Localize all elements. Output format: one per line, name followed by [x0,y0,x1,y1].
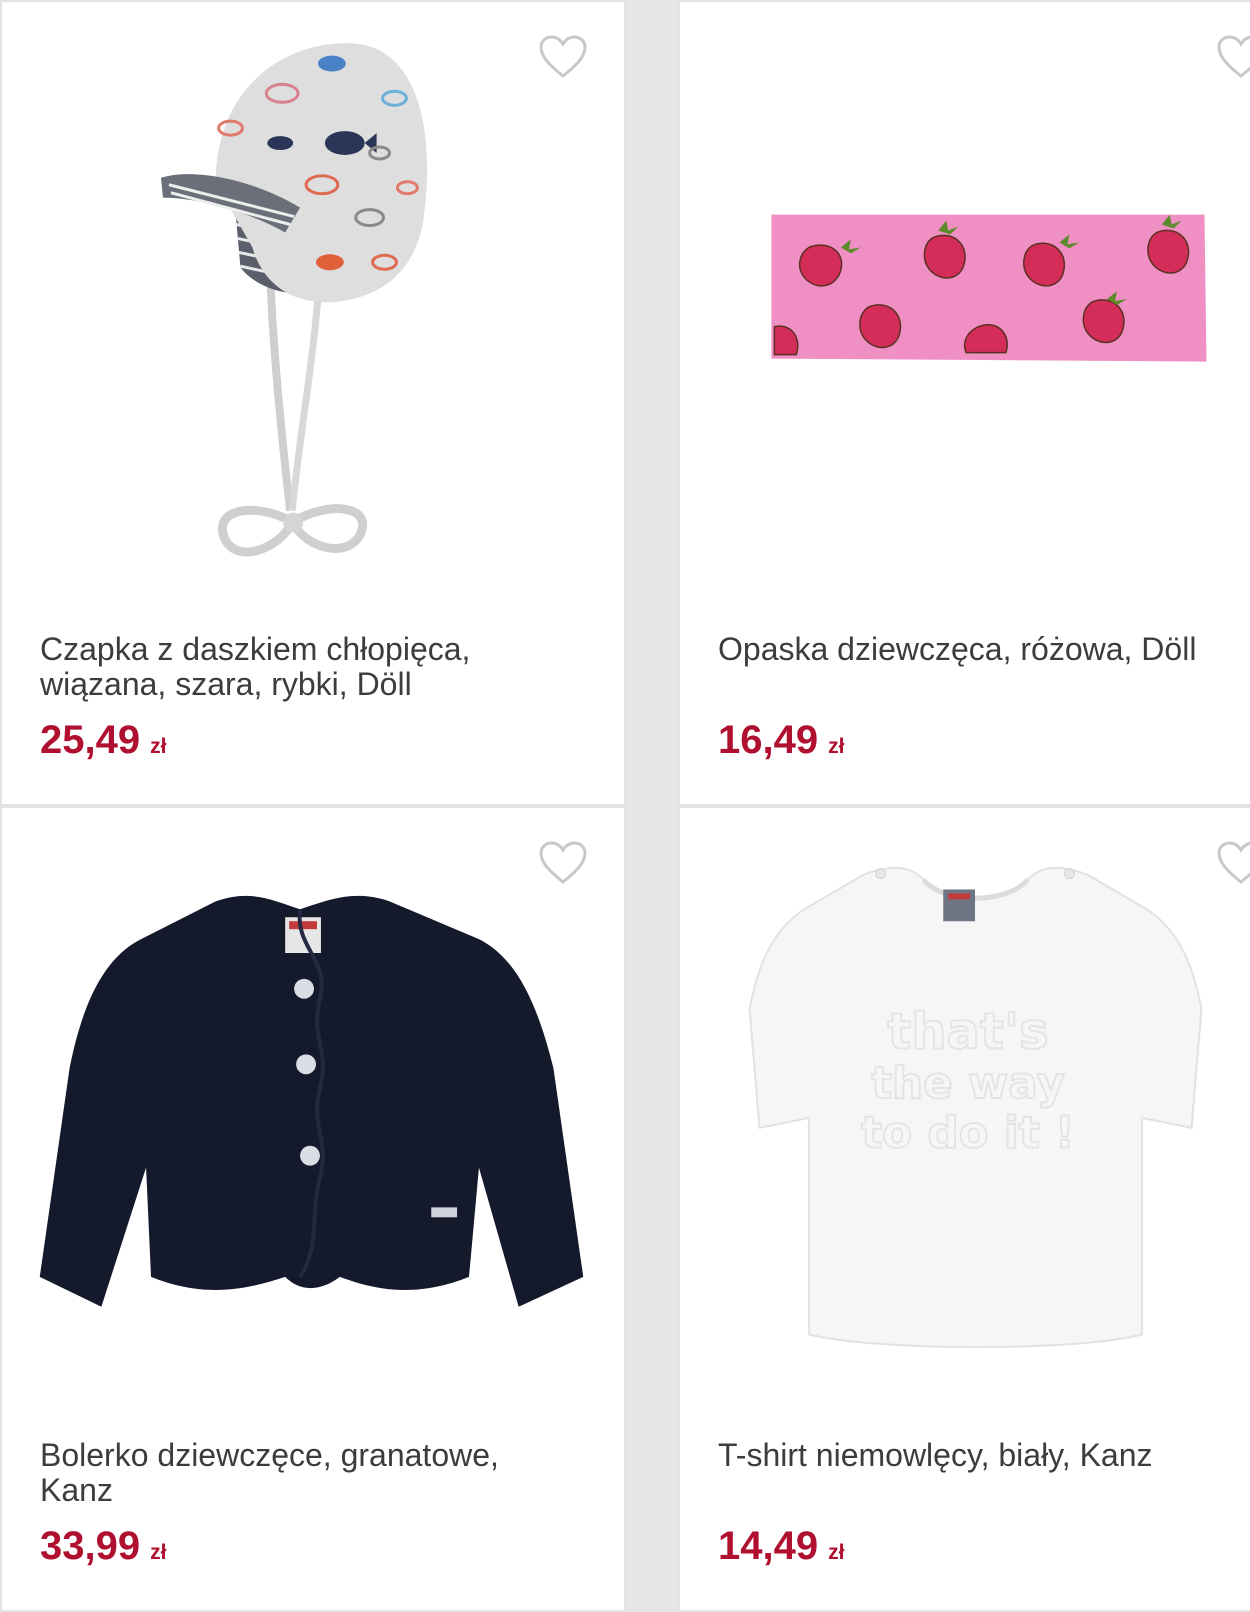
svg-text:the way: the way [871,1058,1065,1109]
product-price: 33,99 zł [40,1524,166,1569]
product-price: 25,49 zł [40,718,166,763]
product-image-bolero[interactable] [2,808,624,1408]
product-price: 16,49 zł [718,718,844,763]
price-amount: 14,49 [718,1524,819,1568]
price-currency: zł [828,735,845,758]
product-title[interactable]: T-shirt niemowlęcy, biały, Kanz [718,1438,1250,1473]
product-card[interactable]: Bolerko dziewczęce, granatowe, Kanz 33,9… [0,806,626,1612]
price-currency: zł [150,735,167,758]
product-price: 14,49 zł [718,1524,844,1569]
price-amount: 16,49 [718,718,819,762]
product-card[interactable]: Czapka z daszkiem chłopięca, wiązana, sz… [0,0,626,806]
svg-text:to do it !: to do it ! [861,1108,1075,1159]
product-title[interactable]: Czapka z daszkiem chłopięca, wiązana, sz… [40,632,560,702]
price-currency: zł [828,1541,845,1564]
price-currency: zł [150,1541,167,1564]
product-title[interactable]: Opaska dziewczęca, różowa, Döll [718,632,1250,667]
price-amount: 33,99 [40,1524,141,1568]
product-card[interactable]: that's the way to do it ! T-shirt niemow… [678,806,1250,1612]
svg-text:that's: that's [888,1002,1049,1060]
product-grid: Czapka z daszkiem chłopięca, wiązana, sz… [0,0,1250,1612]
product-card[interactable]: Opaska dziewczęca, różowa, Döll 16,49 zł [678,0,1250,806]
product-image-cap[interactable] [2,2,624,602]
product-image-headband[interactable] [680,2,1250,602]
price-amount: 25,49 [40,718,141,762]
product-image-tshirt[interactable]: that's the way to do it ! [680,808,1250,1408]
product-title[interactable]: Bolerko dziewczęce, granatowe, Kanz [40,1438,560,1508]
